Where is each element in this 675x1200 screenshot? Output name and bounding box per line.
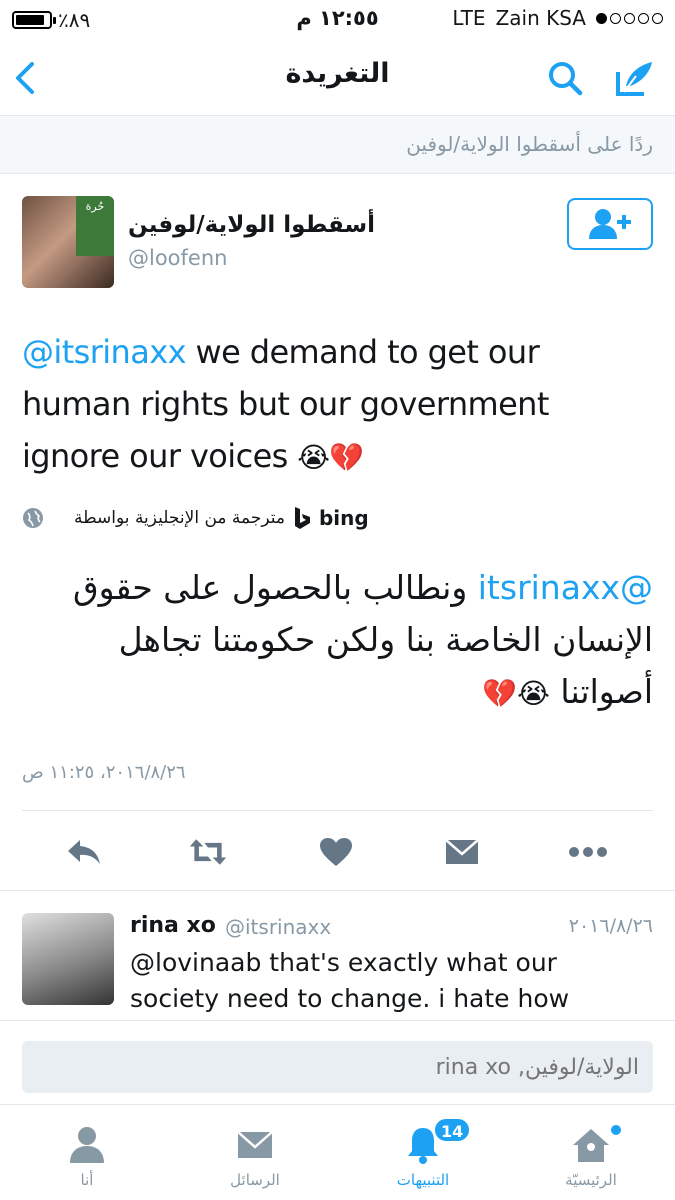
translated-emojis: 😭💔 [482,677,550,710]
tweet-timestamp: ٢٠١٦/٨/٢٦، ١١:٢٥ ص [22,762,186,783]
bing-logo-icon [294,507,310,529]
globe-icon [23,508,43,528]
new-content-dot [611,1125,621,1135]
user-icon [67,1125,107,1165]
tab-notifications[interactable]: 14 التنبيهات [339,1105,507,1200]
divider [22,810,653,811]
tweet-actions [0,814,675,886]
tweet-emojis: 😭💔 [297,441,364,474]
reply-context-text: ردًا على أسقطوا الولاية/لوفين [406,132,653,156]
reply-icon [68,840,100,864]
author-name[interactable]: أسقطوا الولاية/لوفين [128,212,375,238]
tab-label: الرئيسيّة [565,1171,617,1189]
search-button[interactable] [541,54,589,102]
follow-button[interactable] [567,198,653,250]
reply-text: @lovinaab that's exactly what our societ… [130,948,570,1013]
author-handle[interactable]: @loofenn [128,246,227,270]
home-icon [571,1125,611,1165]
translation-provider: bing [318,506,369,530]
reply-author-avatar[interactable] [22,913,114,1005]
envelope-icon [235,1125,275,1165]
retweet-button[interactable] [188,834,228,870]
tab-me[interactable]: أنا [3,1105,171,1200]
reply-context-banner[interactable]: ردًا على أسقطوا الولاية/لوفين [0,116,675,174]
like-button[interactable] [316,834,356,870]
carrier-info: LTE Zain KSA [452,6,663,30]
reply-input[interactable] [22,1041,653,1093]
message-icon [445,839,479,864]
tab-label: التنبيهات [396,1171,450,1189]
tab-bar: الرئيسيّة 14 التنبيهات الرسائل أنا [0,1104,675,1200]
compose-button[interactable] [611,54,659,102]
add-user-icon [589,209,631,239]
tab-label: أنا [80,1171,94,1189]
more-icon [569,847,607,857]
status-bar: ٪٨٩ ١٢:٥٥ م LTE Zain KSA [0,0,675,40]
avatar-badge: حُرة [76,196,114,256]
heart-icon [320,838,352,866]
signal-icon [596,12,663,24]
more-options-button[interactable] [568,834,608,870]
network-type: LTE [452,6,486,30]
reply-button[interactable] [64,834,104,870]
search-icon [549,62,583,96]
tweet-detail: حُرة أسقطوا الولاية/لوفين @loofenn @itsr… [0,174,675,890]
translation-attribution: مترجمة من الإنجليزية بواسطة bing [22,506,369,530]
tab-messages[interactable]: الرسائل [171,1105,339,1200]
reply-tweet[interactable]: rina xo @itsrinaxx ٢٠١٦/٨/٢٦ @lovinaab t… [0,890,675,1020]
translated-text: @itsrinaxx ونطالب بالحصول على حقوق الإنس… [23,562,653,720]
tab-home[interactable]: الرئيسيّة [507,1105,675,1200]
translated-mention-link[interactable]: @itsrinaxx [478,568,653,607]
reply-bar [0,1020,675,1104]
direct-message-button[interactable] [442,834,482,870]
reply-date: ٢٠١٦/٨/٢٦ [568,915,653,937]
reply-author-handle[interactable]: @itsrinaxx [225,915,331,939]
retweet-icon [189,839,227,865]
tweet-text: @itsrinaxx we demand to get our human ri… [22,326,652,484]
reply-author-name[interactable]: rina xo [130,913,216,938]
translation-label: مترجمة من الإنجليزية بواسطة [74,508,285,528]
navigation-bar: التغريدة [0,40,675,116]
mention-link[interactable]: @itsrinaxx [22,333,187,371]
author-avatar[interactable]: حُرة [22,196,114,288]
tab-label: الرسائل [230,1171,280,1189]
carrier-name: Zain KSA [495,6,586,30]
compose-icon [616,62,652,96]
notification-badge: 14 [433,1117,472,1143]
